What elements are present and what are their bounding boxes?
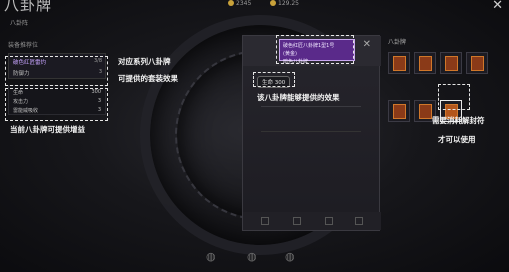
card-item (419, 56, 432, 71)
card-actions (243, 212, 381, 230)
highlight-locked-slot (438, 84, 470, 110)
annotation: 可提供的套装效果 (118, 74, 178, 83)
action-icon[interactable] (261, 217, 269, 225)
card-item (445, 56, 458, 71)
card-item (419, 104, 432, 119)
bottom-icon[interactable]: ◍ (285, 250, 295, 263)
highlight-card-title (276, 35, 354, 64)
highlight-set-box (5, 56, 108, 86)
card-detail-panel: 破色红匠八卦牌1型1号 (黄金) 暗色八卦牌 ✕ 生命 300 (242, 35, 381, 231)
highlight-card-hp (253, 72, 295, 87)
resource-2: 129.25 (270, 0, 299, 7)
bottom-icon[interactable]: ◍ (247, 250, 257, 263)
card-slot[interactable] (440, 52, 462, 74)
gem-icon (270, 0, 276, 6)
coin-icon (228, 0, 234, 6)
action-icon[interactable] (325, 217, 333, 225)
card-slot[interactable] (414, 52, 436, 74)
action-icon[interactable] (293, 217, 301, 225)
divider (261, 106, 361, 107)
close-icon[interactable]: ✕ (492, 0, 503, 13)
card-item (393, 56, 406, 71)
right-panel-title: 八卦牌 (388, 39, 407, 46)
card-slot[interactable] (388, 100, 410, 122)
annotation: 对应系列八卦牌 (118, 57, 171, 66)
page-title: 八卦牌 (4, 0, 53, 14)
card-slot[interactable] (388, 52, 410, 74)
highlight-stat-box (5, 88, 108, 121)
annotation: 才可以使用 (438, 135, 476, 144)
resource-1: 2345 (228, 0, 251, 7)
annotation: 需要消耗解封符 (432, 116, 485, 125)
action-icon[interactable] (355, 217, 363, 225)
top-bar: 八卦牌 2345 129.25 ✕ (0, 0, 509, 14)
bottom-icon[interactable]: ◍ (206, 250, 216, 263)
close-icon[interactable]: ✕ (363, 39, 371, 50)
page-subtitle: 八卦阵 (10, 20, 29, 27)
section-title: 装备推荐位 (8, 42, 39, 49)
card-item (393, 104, 406, 119)
annotation: 该八卦牌能够提供的效果 (257, 93, 340, 102)
card-item (471, 56, 484, 71)
card-slot[interactable] (466, 52, 488, 74)
annotation: 当前八卦牌可提供增益 (10, 125, 85, 134)
divider (261, 131, 361, 132)
